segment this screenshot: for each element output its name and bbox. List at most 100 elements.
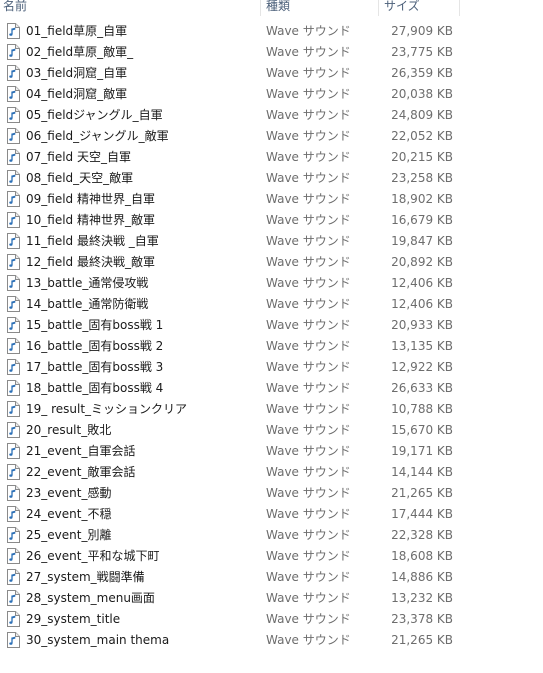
file-size: 18,608 KB xyxy=(391,549,453,563)
file-row[interactable]: 19_ result_ミッションクリア Wave サウンド 10,788 KB xyxy=(0,399,543,420)
file-row[interactable]: 03_field洞窟_自軍 Wave サウンド 26,359 KB xyxy=(0,63,543,84)
file-name: 25_event_別離 xyxy=(26,528,112,542)
file-row[interactable]: 11_field 最終決戦 _自軍 Wave サウンド 19,847 KB xyxy=(0,231,543,252)
file-row[interactable]: 27_system_戦闘準備 Wave サウンド 14,886 KB xyxy=(0,567,543,588)
file-type: Wave サウンド xyxy=(266,297,351,311)
audio-file-icon xyxy=(7,569,20,585)
file-type: Wave サウンド xyxy=(266,633,351,647)
file-type: Wave サウンド xyxy=(266,423,351,437)
file-type: Wave サウンド xyxy=(266,360,351,374)
file-type: Wave サウンド xyxy=(266,24,351,38)
file-row[interactable]: 18_battle_固有boss戦 4 Wave サウンド 26,633 KB xyxy=(0,378,543,399)
file-name: 07_field 天空_自軍 xyxy=(26,150,131,164)
file-row[interactable]: 16_battle_固有boss戦 2 Wave サウンド 13,135 KB xyxy=(0,336,543,357)
file-type: Wave サウンド xyxy=(266,444,351,458)
file-row[interactable]: 10_field 精神世界_敵軍 Wave サウンド 16,679 KB xyxy=(0,210,543,231)
file-row[interactable]: 07_field 天空_自軍 Wave サウンド 20,215 KB xyxy=(0,147,543,168)
file-row[interactable]: 30_system_main thema Wave サウンド 21,265 KB xyxy=(0,630,543,651)
file-type: Wave サウンド xyxy=(266,486,351,500)
file-row[interactable]: 21_event_自軍会話 Wave サウンド 19,171 KB xyxy=(0,441,543,462)
column-header-name[interactable]: 名前 xyxy=(0,0,261,16)
file-row[interactable]: 29_system_title Wave サウンド 23,378 KB xyxy=(0,609,543,630)
file-row[interactable]: 01_field草原_自軍 Wave サウンド 27,909 KB xyxy=(0,21,543,42)
file-name: 02_field草原_敵軍_ xyxy=(26,45,134,59)
audio-file-icon xyxy=(7,107,20,123)
file-size: 26,359 KB xyxy=(391,66,453,80)
file-row[interactable]: 23_event_感動 Wave サウンド 21,265 KB xyxy=(0,483,543,504)
audio-file-icon xyxy=(7,86,20,102)
file-size: 22,328 KB xyxy=(391,528,453,542)
file-size: 20,038 KB xyxy=(391,87,453,101)
file-row[interactable]: 09_field 精神世界_自軍 Wave サウンド 18,902 KB xyxy=(0,189,543,210)
file-row[interactable]: 06_field_ジャングル_敵軍 Wave サウンド 22,052 KB xyxy=(0,126,543,147)
audio-file-icon xyxy=(7,275,20,291)
file-row[interactable]: 28_system_menu画面 Wave サウンド 13,232 KB xyxy=(0,588,543,609)
file-name: 21_event_自軍会話 xyxy=(26,444,136,458)
file-name: 12_field 最終決戦_敵軍 xyxy=(26,255,155,269)
file-row[interactable]: 22_event_敵軍会話 Wave サウンド 14,144 KB xyxy=(0,462,543,483)
file-row[interactable]: 02_field草原_敵軍_ Wave サウンド 23,775 KB xyxy=(0,42,543,63)
file-name: 09_field 精神世界_自軍 xyxy=(26,192,155,206)
file-row[interactable]: 17_battle_固有boss戦 3 Wave サウンド 12,922 KB xyxy=(0,357,543,378)
file-type: Wave サウンド xyxy=(266,528,351,542)
file-size: 21,265 KB xyxy=(391,486,453,500)
file-size: 27,909 KB xyxy=(391,24,453,38)
file-name: 27_system_戦闘準備 xyxy=(26,570,145,584)
file-name: 30_system_main thema xyxy=(26,633,170,647)
audio-file-icon xyxy=(7,422,20,438)
column-header-type[interactable]: 種類 xyxy=(262,0,379,16)
file-size: 13,135 KB xyxy=(391,339,453,353)
file-row[interactable]: 05_fieldジャングル_自軍 Wave サウンド 24,809 KB xyxy=(0,105,543,126)
file-row[interactable]: 20_result_敗北 Wave サウンド 15,670 KB xyxy=(0,420,543,441)
file-size: 16,679 KB xyxy=(391,213,453,227)
file-row[interactable]: 14_battle_通常防衛戦 Wave サウンド 12,406 KB xyxy=(0,294,543,315)
audio-file-icon xyxy=(7,212,20,228)
file-name: 24_event_不穏 xyxy=(26,507,112,521)
file-size: 15,670 KB xyxy=(391,423,453,437)
file-row[interactable]: 15_battle_固有boss戦 1 Wave サウンド 20,933 KB xyxy=(0,315,543,336)
file-size: 17,444 KB xyxy=(391,507,453,521)
column-header-bar: 名前 種類 サイズ xyxy=(0,0,543,16)
file-name: 03_field洞窟_自軍 xyxy=(26,66,128,80)
file-type: Wave サウンド xyxy=(266,87,351,101)
file-list: 01_field草原_自軍 Wave サウンド 27,909 KB 02_fie… xyxy=(0,21,543,651)
file-row[interactable]: 26_event_平和な城下町 Wave サウンド 18,608 KB xyxy=(0,546,543,567)
audio-file-icon xyxy=(7,380,20,396)
file-name: 26_event_平和な城下町 xyxy=(26,549,160,563)
file-size: 12,406 KB xyxy=(391,276,453,290)
file-row[interactable]: 25_event_別離 Wave サウンド 22,328 KB xyxy=(0,525,543,546)
audio-file-icon xyxy=(7,317,20,333)
file-size: 23,378 KB xyxy=(391,612,453,626)
file-size: 19,847 KB xyxy=(391,234,453,248)
audio-file-icon xyxy=(7,254,20,270)
file-type: Wave サウンド xyxy=(266,213,351,227)
file-row[interactable]: 04_field洞窟_敵軍 Wave サウンド 20,038 KB xyxy=(0,84,543,105)
file-size: 19,171 KB xyxy=(391,444,453,458)
file-row[interactable]: 24_event_不穏 Wave サウンド 17,444 KB xyxy=(0,504,543,525)
file-name: 19_ result_ミッションクリア xyxy=(26,402,188,416)
file-type: Wave サウンド xyxy=(266,318,351,332)
file-type: Wave サウンド xyxy=(266,339,351,353)
audio-file-icon xyxy=(7,170,20,186)
audio-file-icon xyxy=(7,464,20,480)
audio-file-icon xyxy=(7,65,20,81)
file-row[interactable]: 12_field 最終決戦_敵軍 Wave サウンド 20,892 KB xyxy=(0,252,543,273)
file-name: 01_field草原_自軍 xyxy=(26,24,128,38)
audio-file-icon xyxy=(7,44,20,60)
file-name: 15_battle_固有boss戦 1 xyxy=(26,318,164,332)
file-type: Wave サウンド xyxy=(266,108,351,122)
file-name: 18_battle_固有boss戦 4 xyxy=(26,381,164,395)
file-size: 14,886 KB xyxy=(391,570,453,584)
file-type: Wave サウンド xyxy=(266,45,351,59)
file-row[interactable]: 08_field_天空_敵軍 Wave サウンド 23,258 KB xyxy=(0,168,543,189)
file-size: 23,775 KB xyxy=(391,45,453,59)
file-type: Wave サウンド xyxy=(266,549,351,563)
audio-file-icon xyxy=(7,590,20,606)
file-row[interactable]: 13_battle_通常侵攻戦 Wave サウンド 12,406 KB xyxy=(0,273,543,294)
audio-file-icon xyxy=(7,506,20,522)
file-size: 20,215 KB xyxy=(391,150,453,164)
file-type: Wave サウンド xyxy=(266,507,351,521)
column-header-size[interactable]: サイズ xyxy=(380,0,460,16)
file-name: 05_fieldジャングル_自軍 xyxy=(26,108,163,122)
file-name: 29_system_title xyxy=(26,612,121,626)
